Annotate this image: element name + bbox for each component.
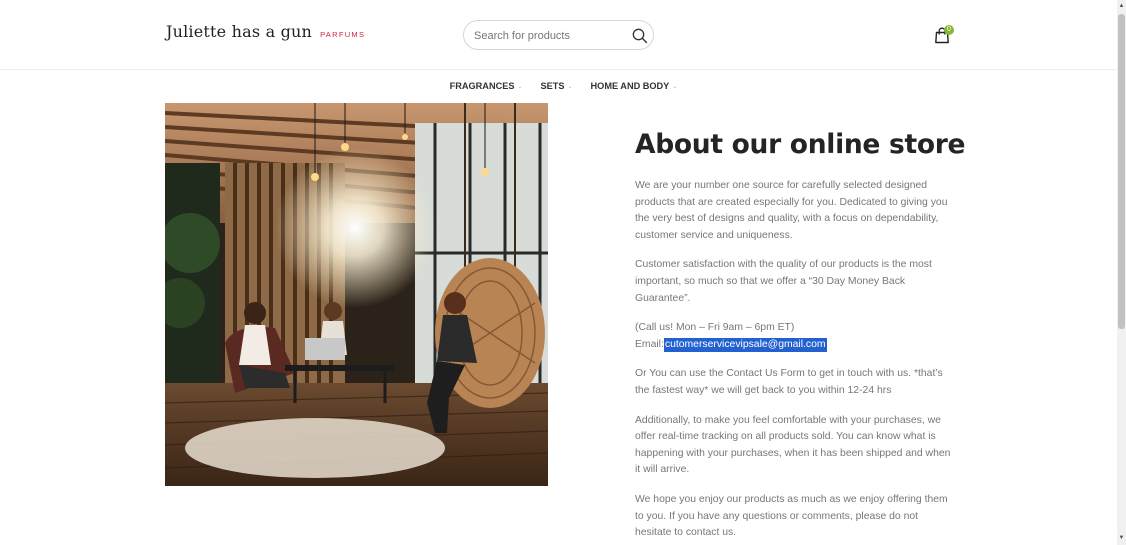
vertical-scrollbar[interactable]: ▲ ▼ [1117,0,1126,545]
nav-item-label[interactable]: SETS [541,81,565,91]
scrollbar-thumb[interactable] [1118,14,1125,329]
logo-text[interactable]: Juliette has a gun [166,22,312,41]
search-icon[interactable] [631,27,649,45]
about-paragraph-2: Customer satisfaction with the quality o… [635,259,932,304]
chevron-down-icon: ⌄ [672,83,678,90]
chevron-down-icon: ⌄ [567,83,573,90]
cart-count-badge: 0 [944,25,954,35]
email-label: Email: [635,338,664,350]
lounge-photo-illustration [165,103,548,486]
site-logo[interactable]: Juliette has a gun PARFUMS [166,22,365,41]
about-paragraph-1: We are your number one source for carefu… [635,180,948,241]
email-link[interactable]: cutomerservicevipsale@gmail.com [663,337,827,352]
scroll-up-arrow-icon[interactable]: ▲ [1117,2,1126,11]
about-content: About our online store We are your numbe… [635,128,966,545]
about-paragraph-6: We hope you enjoy our products as much a… [635,493,948,539]
chevron-down-icon: ⌄ [517,83,523,90]
logo-subtext[interactable]: PARFUMS [320,30,365,39]
page-title: About our online store [635,129,966,160]
about-hero-image [165,103,548,486]
nav-item-label[interactable]: HOME AND BODY [591,81,670,91]
cart-button[interactable]: 0 [932,24,956,46]
search-input[interactable] [474,27,624,44]
nav-item-fragrances[interactable]: FRAGRANCES ⌄ [450,81,523,91]
nav-item-sets[interactable]: SETS ⌄ [541,81,573,91]
call-hours: (Call us! Mon – Fri 9am – 6pm ET) [635,322,795,334]
scroll-down-arrow-icon[interactable]: ▼ [1117,534,1126,543]
nav-item-home-and-body[interactable]: HOME AND BODY ⌄ [591,81,678,91]
main-navigation: FRAGRANCES ⌄ SETS ⌄ HOME AND BODY ⌄ [0,70,1117,102]
about-paragraph-4: Or You can use the Contact Us Form to ge… [635,368,943,396]
about-paragraph-5: Additionally, to make you feel comfortab… [635,414,951,476]
contact-info: (Call us! Mon – Fri 9am – 6pm ET) Email:… [635,320,955,353]
site-header: Juliette has a gun PARFUMS 0 [0,0,1117,70]
nav-item-label[interactable]: FRAGRANCES [450,81,515,91]
search-box[interactable] [463,20,654,50]
